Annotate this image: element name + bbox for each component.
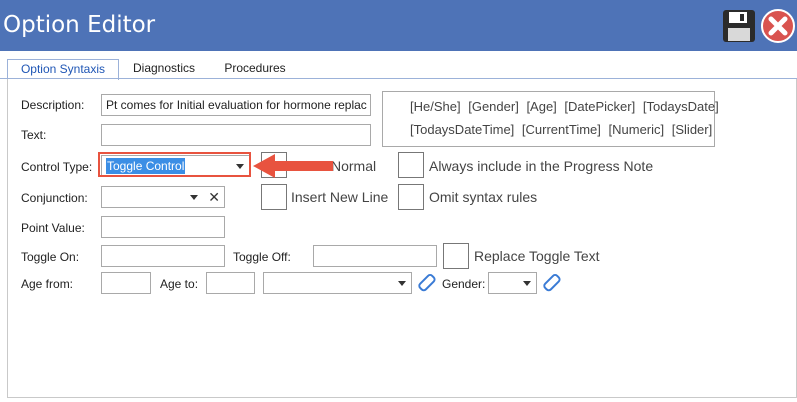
always-include-checkbox[interactable] [398, 152, 424, 178]
normal-checkbox-label: Normal [331, 158, 377, 174]
toggle-on-label: Toggle On: [21, 250, 80, 264]
age-unit-dropdown[interactable] [263, 272, 412, 294]
eraser-icon[interactable] [543, 273, 563, 293]
conjunction-label: Conjunction: [21, 191, 88, 205]
insert-new-line-label: Insert New Line [291, 189, 389, 205]
chevron-down-icon [398, 281, 406, 286]
eraser-icon[interactable] [418, 273, 438, 293]
save-icon[interactable] [721, 8, 757, 44]
tag-numeric[interactable]: [Numeric] [609, 122, 665, 137]
replace-toggle-label: Replace Toggle Text [474, 248, 600, 264]
age-from-input[interactable] [101, 272, 151, 294]
conjunction-dropdown[interactable]: ✕ [101, 186, 225, 208]
chevron-down-icon [236, 164, 244, 169]
gender-label: Gender: [442, 277, 486, 291]
age-to-label: Age to: [160, 277, 199, 291]
tab-diagnostics[interactable]: Diagnostics [124, 59, 204, 79]
tag-he-she[interactable]: [He/She] [410, 99, 461, 114]
tag-slider[interactable]: [Slider] [672, 122, 712, 137]
clear-icon[interactable]: ✕ [208, 188, 220, 206]
window-title: Option Editor [3, 12, 156, 38]
tag-age[interactable]: [Age] [526, 99, 556, 114]
age-from-label: Age from: [21, 277, 74, 291]
gender-dropdown[interactable] [488, 272, 537, 294]
description-input[interactable]: Pt comes for Initial evaluation for horm… [101, 94, 371, 116]
tab-procedures[interactable]: Procedures [214, 59, 296, 79]
tag-gender[interactable]: [Gender] [468, 99, 519, 114]
description-label: Description: [21, 98, 85, 112]
arrow-annotation-icon [253, 154, 333, 178]
point-value-label: Point Value: [21, 221, 85, 235]
tag-currenttime[interactable]: [CurrentTime] [522, 122, 601, 137]
close-icon[interactable] [760, 8, 796, 44]
chevron-down-icon [523, 281, 531, 286]
chevron-down-icon [190, 195, 198, 200]
omit-syntax-checkbox[interactable] [398, 184, 424, 210]
control-type-dropdown[interactable]: Toggle Control [101, 155, 250, 177]
replace-toggle-checkbox[interactable] [443, 243, 469, 269]
control-type-selected: Toggle Control [106, 158, 186, 174]
title-bar: Option Editor [0, 0, 797, 51]
insert-new-line-checkbox[interactable] [261, 184, 287, 210]
toggle-off-input[interactable] [313, 245, 437, 267]
text-label: Text: [21, 128, 47, 142]
toggle-on-input[interactable] [101, 245, 225, 267]
point-value-input[interactable] [101, 216, 225, 238]
omit-syntax-label: Omit syntax rules [429, 189, 538, 205]
tag-todaysdatetime[interactable]: [TodaysDateTime] [410, 122, 514, 137]
always-include-label: Always include in the Progress Note [429, 158, 654, 174]
text-input[interactable] [101, 124, 371, 146]
tab-bar: Option Syntaxis Diagnostics Procedures [0, 51, 797, 80]
tags-line-2: [TodaysDateTime] [CurrentTime] [Numeric]… [410, 122, 716, 137]
tag-datepicker[interactable]: [DatePicker] [564, 99, 635, 114]
tab-option-syntaxis[interactable]: Option Syntaxis [7, 59, 119, 80]
tag-todaysdate[interactable]: [TodaysDate] [643, 99, 719, 114]
age-to-input[interactable] [206, 272, 255, 294]
tags-line-1: [He/She] [Gender] [Age] [DatePicker] [To… [410, 99, 723, 114]
syntax-tags-box: [He/She] [Gender] [Age] [DatePicker] [To… [382, 91, 719, 147]
toggle-off-label: Toggle Off: [233, 250, 291, 264]
control-type-label: Control Type: [21, 160, 93, 174]
